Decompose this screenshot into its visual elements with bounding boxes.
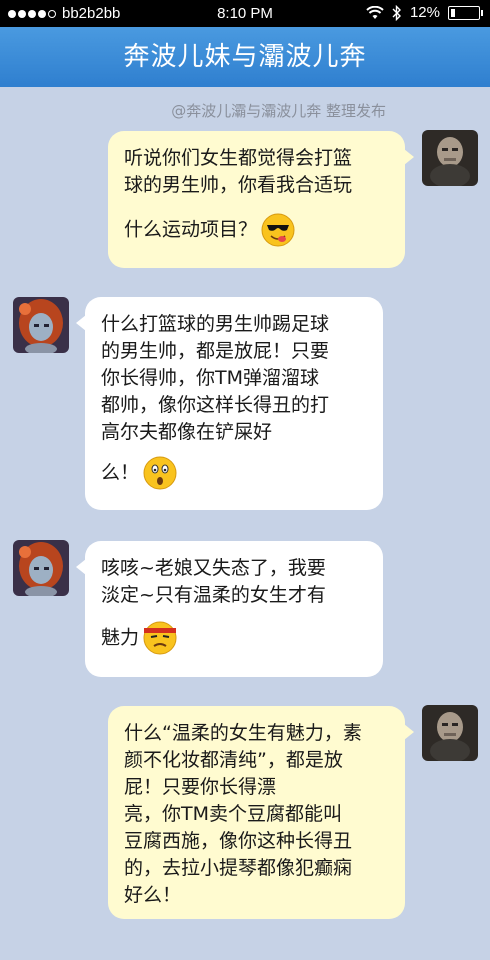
battery-icon bbox=[448, 5, 483, 20]
avatar[interactable] bbox=[13, 297, 69, 353]
message-line: 都帅，像你这样长得丑的打 bbox=[101, 394, 330, 416]
avatar[interactable] bbox=[422, 705, 478, 761]
message-line: 球的男生帅，你看我合适玩 bbox=[124, 174, 353, 196]
message-line: 的男生帅，都是放屁！只要 bbox=[101, 340, 330, 362]
page-title: 奔波儿妹与灞波儿奔 bbox=[123, 42, 367, 72]
message-line-with-emoji: 么！ bbox=[101, 456, 365, 490]
message-line: 咳咳~老娘又失态了，我要 bbox=[101, 557, 326, 579]
message-bubble[interactable]: 什么打篮球的男生帅踢足球 的男生帅，都是放屁！只要 你长得帅，你TM弹溜溜球 都… bbox=[76, 297, 383, 510]
shocked-face-emoji-icon bbox=[143, 456, 177, 490]
status-bar: bb2b2bb 8:10 PM 12% bbox=[0, 0, 490, 27]
message-line-with-emoji: 魅力 bbox=[101, 621, 365, 655]
avatar[interactable] bbox=[422, 130, 478, 186]
wifi-icon bbox=[366, 5, 384, 19]
message-line: 么！ bbox=[101, 461, 140, 484]
message-line: 什么“温柔的女生有魅力，素 bbox=[124, 722, 362, 744]
bald-man-avatar-icon bbox=[422, 130, 478, 186]
status-right: 12% bbox=[366, 4, 483, 21]
message-bubble[interactable]: 咳咳~老娘又失态了，我要 淡定~只有温柔的女生才有 魅力 bbox=[76, 541, 383, 677]
message-line: 听说你们女生都觉得会打篮 bbox=[124, 147, 353, 169]
message-line: 高尔夫都像在铲屎好 bbox=[101, 421, 273, 443]
avatar[interactable] bbox=[13, 540, 69, 596]
title-bar: 奔波儿妹与灞波儿奔 bbox=[0, 27, 490, 87]
message-bubble[interactable]: 听说你们女生都觉得会打篮 球的男生帅，你看我合适玩 什么运动项目？ bbox=[108, 131, 414, 268]
attribution-text: @奔波儿灞与灞波儿奔 整理发布 bbox=[171, 102, 386, 120]
battery-percent: 12% bbox=[409, 4, 440, 21]
message-line: 的，去拉小提琴都像犯癫痫 bbox=[124, 857, 353, 879]
red-hair-girl-avatar-icon bbox=[13, 297, 69, 353]
headband-determined-emoji-icon bbox=[143, 621, 177, 655]
message-line: 亮，你TM卖个豆腐都能叫 bbox=[124, 803, 342, 825]
message-line: 淡定~只有温柔的女生才有 bbox=[101, 584, 326, 606]
message-line: 魅力 bbox=[101, 626, 140, 649]
message-line-with-emoji: 什么运动项目？ bbox=[124, 213, 387, 247]
message-line: 豆腐西施，像你这种长得丑 bbox=[124, 830, 353, 852]
message-line: 颜不化妆都清纯”，都是放 bbox=[124, 749, 343, 771]
bald-man-avatar-icon bbox=[422, 705, 478, 761]
sunglasses-tongue-emoji-icon bbox=[261, 213, 295, 247]
message-line: 你长得帅，你TM弹溜溜球 bbox=[101, 367, 319, 389]
message-line: 什么运动项目？ bbox=[124, 218, 258, 241]
message-line: 屁！只要你长得漂 bbox=[124, 776, 277, 798]
message-bubble[interactable]: 什么“温柔的女生有魅力，素 颜不化妆都清纯”，都是放 屁！只要你长得漂 亮，你T… bbox=[108, 706, 414, 919]
red-hair-girl-avatar-icon bbox=[13, 540, 69, 596]
bluetooth-icon bbox=[392, 4, 401, 21]
message-line: 好么！ bbox=[124, 884, 182, 906]
message-line: 什么打篮球的男生帅踢足球 bbox=[101, 313, 330, 335]
